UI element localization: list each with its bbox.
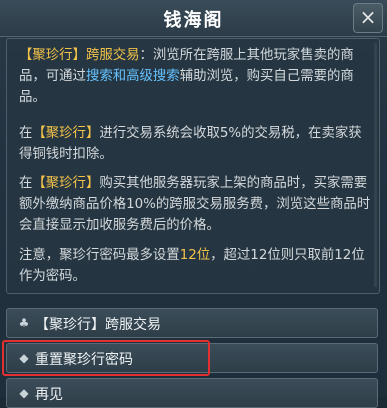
diamond-bullet-icon: ◆	[19, 386, 29, 400]
paragraph-password-note: 注意，聚珍行密码最多设置12位，超过12位则只取前12位作为密码。	[19, 248, 365, 284]
menu-item-label: 【聚珍行】跨服交易	[35, 317, 161, 333]
menu-item-goodbye[interactable]: ◆ 再见	[6, 378, 378, 408]
keyword-cross-server-trade: 【聚珍行】跨服交易	[19, 48, 140, 63]
paragraph-service-fee: 在【聚珍行】购买其他服务器玩家上架的商品时，买家需要额外缴纳商品价格10%的跨服…	[19, 176, 371, 233]
dialog-panel: 钱海阁 × 【聚珍行】跨服交易：浏览所在跨服上其他玩家售卖的商品，可通过搜索和高…	[0, 0, 387, 408]
paragraph-tax: 在【聚珍行】进行交易系统会收取5%的交易税，在卖家获得铜钱时扣除。	[19, 126, 362, 162]
description-box: 【聚珍行】跨服交易：浏览所在跨服上其他玩家售卖的商品，可通过搜索和高级搜索辅助浏…	[6, 38, 380, 294]
paragraph-cross-server-trade: 【聚珍行】跨服交易：浏览所在跨服上其他玩家售卖的商品，可通过搜索和高级搜索辅助浏…	[19, 48, 354, 105]
keyword-market: 【聚珍行】	[32, 126, 100, 141]
keyword-search: 搜索和高级搜索	[85, 69, 180, 84]
dialog-title: 钱海阁	[163, 10, 224, 31]
annotation-highlight-box	[2, 340, 210, 376]
scrollbar[interactable]	[374, 43, 377, 287]
keyword-12-digits: 12位	[179, 248, 211, 263]
keyword-market: 【聚珍行】	[32, 176, 100, 191]
menu-item-label: 再见	[35, 387, 63, 403]
close-button[interactable]: ×	[353, 3, 383, 33]
coins-icon: ♣	[18, 316, 30, 330]
menu-item-cross-server-trade[interactable]: ♣ 【聚珍行】跨服交易	[6, 308, 378, 338]
title-bar: 钱海阁 ×	[0, 0, 387, 37]
